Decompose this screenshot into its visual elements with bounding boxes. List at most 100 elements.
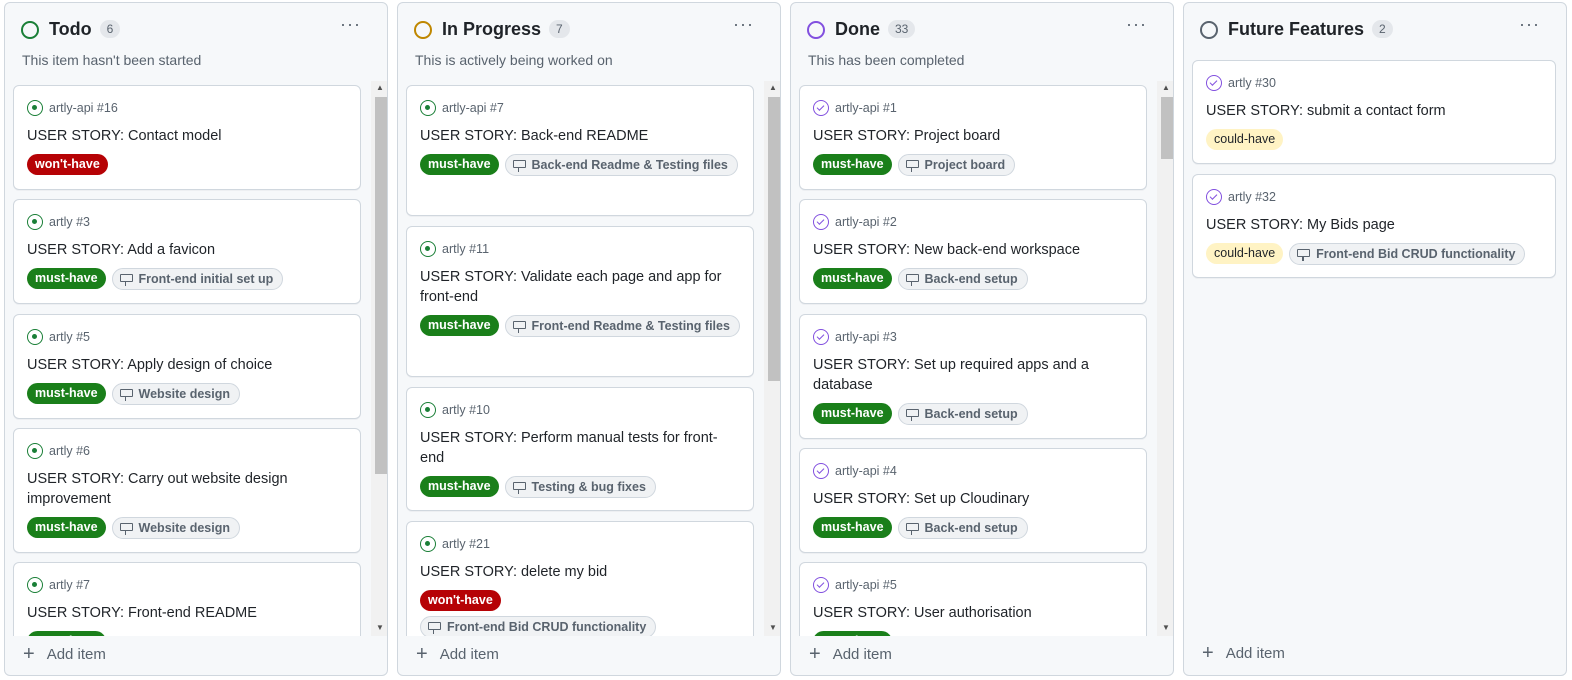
label-must-have[interactable]: must-have <box>420 154 499 175</box>
card-title[interactable]: USER STORY: User authorisation <box>813 603 1134 623</box>
scroll-up-arrow-icon[interactable]: ▲ <box>768 83 778 93</box>
issue-number[interactable]: artly-api #16 <box>49 101 118 115</box>
label-must-have[interactable]: must-have <box>27 268 106 289</box>
issue-card[interactable]: artly-api #1 USER STORY: Project board m… <box>799 85 1147 190</box>
card-title[interactable]: USER STORY: Contact model <box>27 126 348 146</box>
issue-card[interactable]: artly-api #5 USER STORY: User authorisat… <box>799 562 1147 636</box>
label-must-have[interactable]: must-have <box>813 631 892 636</box>
card-labels: must-have Front-end Readme & Testing fil… <box>420 315 745 337</box>
milestone-badge[interactable]: Project board <box>897 154 1016 176</box>
card-title[interactable]: USER STORY: delete my bid <box>420 562 741 582</box>
issue-card[interactable]: artly-api #7 USER STORY: Back-end README… <box>406 85 754 216</box>
column-menu-button[interactable]: ··· <box>1519 15 1540 33</box>
status-future-icon <box>1200 21 1218 39</box>
issue-number[interactable]: artly #5 <box>49 330 90 344</box>
milestone-badge[interactable]: Front-end initial set up <box>111 268 284 290</box>
scroll-thumb[interactable] <box>1161 97 1173 159</box>
issue-card[interactable]: artly #3 USER STORY: Add a favicon must-… <box>13 199 361 304</box>
issue-number[interactable]: artly #10 <box>442 403 490 417</box>
scroll-down-arrow-icon[interactable]: ▼ <box>1161 623 1171 633</box>
label-must-have[interactable]: must-have <box>27 517 106 538</box>
label-must-have[interactable]: must-have <box>813 517 892 538</box>
issue-number[interactable]: artly #30 <box>1228 76 1276 90</box>
label-must-have[interactable]: must-have <box>813 268 892 289</box>
issue-number[interactable]: artly #6 <box>49 444 90 458</box>
milestone-badge[interactable]: Back-end setup <box>897 268 1028 290</box>
card-title[interactable]: USER STORY: Set up Cloudinary <box>813 489 1134 509</box>
issue-card[interactable]: artly #10 USER STORY: Perform manual tes… <box>406 387 754 511</box>
card-title[interactable]: USER STORY: Apply design of choice <box>27 355 348 375</box>
issue-card[interactable]: artly #6 USER STORY: Carry out website d… <box>13 428 361 553</box>
card-labels: won't-have <box>27 154 352 175</box>
issue-card[interactable]: artly #21 USER STORY: delete my bid won'… <box>406 521 754 636</box>
scrollbar[interactable]: ▲ ▼ <box>1157 81 1173 636</box>
milestone-badge[interactable]: Back-end setup <box>897 403 1028 425</box>
label-must-have[interactable]: must-have <box>813 154 892 175</box>
card-title[interactable]: USER STORY: Validate each page and app f… <box>420 267 741 307</box>
milestone-badge[interactable]: Front-end Bid CRUD functionality <box>420 616 657 636</box>
issue-number[interactable]: artly-api #2 <box>835 215 897 229</box>
card-title[interactable]: USER STORY: Carry out website design imp… <box>27 469 348 509</box>
scroll-thumb[interactable] <box>768 97 780 381</box>
issue-card[interactable]: artly #5 USER STORY: Apply design of cho… <box>13 314 361 419</box>
issue-number[interactable]: artly #11 <box>442 242 489 256</box>
card-title[interactable]: USER STORY: Project board <box>813 126 1134 146</box>
card-title[interactable]: USER STORY: Perform manual tests for fro… <box>420 428 741 468</box>
scrollbar[interactable]: ▲ ▼ <box>371 81 387 636</box>
milestone-badge[interactable]: Testing & bug fixes <box>504 476 656 498</box>
issue-card[interactable]: artly-api #4 USER STORY: Set up Cloudina… <box>799 448 1147 553</box>
issue-number[interactable]: artly-api #1 <box>835 101 897 115</box>
label-must-have[interactable]: must-have <box>27 383 106 404</box>
label-must-have[interactable]: must-have <box>27 631 106 636</box>
column-menu-button[interactable]: ··· <box>1126 15 1147 33</box>
issue-number[interactable]: artly #21 <box>442 537 490 551</box>
milestone-badge[interactable]: Back-end Readme & Testing files <box>504 154 738 176</box>
label-could-have[interactable]: could-have <box>1206 243 1284 264</box>
card-title[interactable]: USER STORY: New back-end workspace <box>813 240 1134 260</box>
add-item-button[interactable]: + Add item <box>416 643 499 665</box>
milestone-badge[interactable]: Website design <box>111 517 240 539</box>
issue-card[interactable]: artly-api #2 USER STORY: New back-end wo… <box>799 199 1147 304</box>
column-menu-button[interactable]: ··· <box>733 15 754 33</box>
label-could-have[interactable]: could-have <box>1206 129 1284 150</box>
scroll-thumb[interactable] <box>375 97 387 474</box>
milestone-badge[interactable]: Back-end setup <box>897 517 1028 539</box>
scroll-down-arrow-icon[interactable]: ▼ <box>375 623 385 633</box>
label-wont-have[interactable]: won't-have <box>420 590 501 611</box>
label-must-have[interactable]: must-have <box>420 476 499 497</box>
issue-card[interactable]: artly #32 USER STORY: My Bids page could… <box>1192 174 1556 278</box>
column-menu-button[interactable]: ··· <box>340 15 361 33</box>
card-title[interactable]: USER STORY: Front-end README <box>27 603 348 623</box>
card-title[interactable]: USER STORY: Add a favicon <box>27 240 348 260</box>
scroll-up-arrow-icon[interactable]: ▲ <box>1161 83 1171 93</box>
issue-number[interactable]: artly #32 <box>1228 190 1276 204</box>
issue-number[interactable]: artly-api #4 <box>835 464 897 478</box>
issue-number[interactable]: artly #3 <box>49 215 90 229</box>
add-item-button[interactable]: + Add item <box>809 643 892 665</box>
label-wont-have[interactable]: won't-have <box>27 154 108 175</box>
label-must-have[interactable]: must-have <box>813 403 892 424</box>
card-title[interactable]: USER STORY: Set up required apps and a d… <box>813 355 1134 395</box>
label-must-have[interactable]: must-have <box>420 315 499 336</box>
scroll-down-arrow-icon[interactable]: ▼ <box>768 623 778 633</box>
issue-number[interactable]: artly-api #7 <box>442 101 504 115</box>
add-item-button[interactable]: + Add item <box>1202 642 1285 664</box>
card-title[interactable]: USER STORY: submit a contact form <box>1206 101 1543 121</box>
add-item-button[interactable]: + Add item <box>23 643 106 665</box>
issue-number[interactable]: artly-api #5 <box>835 578 897 592</box>
scroll-up-arrow-icon[interactable]: ▲ <box>375 83 385 93</box>
issue-card[interactable]: artly #30 USER STORY: submit a contact f… <box>1192 60 1556 164</box>
issue-card[interactable]: artly-api #16 USER STORY: Contact model … <box>13 85 361 190</box>
issue-card[interactable]: artly-api #3 USER STORY: Set up required… <box>799 314 1147 439</box>
milestone-badge[interactable]: Website design <box>111 383 240 405</box>
issue-number[interactable]: artly #7 <box>49 578 90 592</box>
issue-card[interactable]: artly #7 USER STORY: Front-end README mu… <box>13 562 361 636</box>
scrollbar[interactable]: ▲ ▼ <box>764 81 780 636</box>
column-done: Done 33 ··· This has been completed artly… <box>790 2 1174 676</box>
card-title[interactable]: USER STORY: My Bids page <box>1206 215 1543 235</box>
issue-number[interactable]: artly-api #3 <box>835 330 897 344</box>
card-title[interactable]: USER STORY: Back-end README <box>420 126 741 146</box>
milestone-badge[interactable]: Front-end Readme & Testing files <box>504 315 740 337</box>
issue-card[interactable]: artly #11 USER STORY: Validate each page… <box>406 226 754 377</box>
milestone-badge[interactable]: Front-end Bid CRUD functionality <box>1289 243 1526 265</box>
